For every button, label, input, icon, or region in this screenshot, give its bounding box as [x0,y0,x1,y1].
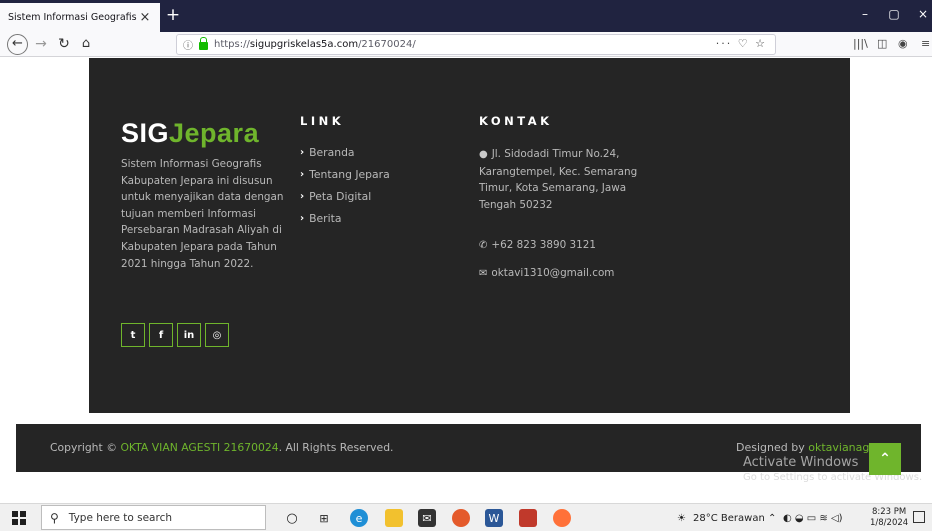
taskbar-search[interactable]: ⚲ Type here to search [41,505,266,530]
contact-email[interactable]: ✉ oktavi1310@gmail.com [479,265,649,283]
page-actions-icon[interactable]: ··· ♡ ☆ [716,37,767,50]
minimize-icon[interactable]: – [858,7,872,21]
back-arrow-icon[interactable]: ← [7,34,28,55]
taskbar-clock[interactable]: 8:23 PM 1/8/2024 [870,507,908,529]
home-icon[interactable]: ⌂ [78,35,94,53]
tray-icons[interactable]: ◐ ◒ ▭ ≋ ◁) [783,513,843,524]
search-placeholder: Type here to search [68,511,173,524]
file-explorer-icon[interactable] [385,509,403,527]
edge-icon[interactable]: e [350,509,368,527]
footer-link-tentang[interactable]: › Tentang Jepara [300,168,390,190]
browser-tab-bar: Sistem Informasi Geografis × + – ▢ × [0,0,932,32]
facebook-icon[interactable]: f [149,323,173,347]
app-icon[interactable] [519,509,537,527]
designed-by: Designed by oktavianag [736,441,870,454]
maximize-icon[interactable]: ▢ [887,7,901,21]
tray-chevron-icon[interactable]: ⌃ [768,513,776,524]
social-links: t f in ◎ [121,323,229,347]
link-heading: LINK [300,114,345,128]
contact-address: ● Jl. Sidodadi Timur No.24, Karangtempel,… [479,148,638,211]
phone-icon: ✆ [479,240,488,251]
windows-taskbar: ⚲ Type here to search ○ ⊞ e ✉ W ☀ 28°C B… [0,503,932,531]
close-window-icon[interactable]: × [916,7,930,21]
browser-nav-bar: ← → ↻ ⌂ ⓘ https://sigupgriskelas5a.com/2… [0,32,932,57]
weather-icon[interactable]: ☀ [677,513,686,524]
word-icon[interactable]: W [485,509,503,527]
tab-close-icon[interactable]: × [138,10,152,25]
copyright-text: Copyright © OKTA VIAN AGESTI 21670024. A… [50,441,394,454]
url-text: https://sigupgriskelas5a.com/21670024/ [214,39,416,50]
map-marker-icon: ● [479,149,488,160]
instagram-icon[interactable]: ◎ [205,323,229,347]
back-to-top-button[interactable]: ⌃ [869,443,901,475]
weather-text[interactable]: 28°C Berawan [693,513,765,524]
url-bar[interactable]: ⓘ https://sigupgriskelas5a.com/21670024/… [176,34,776,55]
chevron-right-icon: › [300,169,305,180]
linkedin-icon[interactable]: in [177,323,201,347]
task-view-icon[interactable]: ⊞ [315,509,333,527]
chevron-up-icon: ⌃ [879,451,891,467]
lock-icon [199,37,208,50]
footer-link-list: › Beranda › Tentang Jepara › Peta Digital ›… [300,146,390,234]
extension-icon[interactable]: ◉ [898,37,908,50]
twitter-icon[interactable]: t [121,323,145,347]
menu-icon[interactable]: ≡ [921,37,930,50]
site-footer: SIGJepara Sistem Informasi Geografis Kab… [89,58,850,413]
footer-link-berita[interactable]: › Berita [300,212,390,234]
chrome-icon[interactable] [452,509,470,527]
activate-windows-title: Activate Windows [743,455,859,470]
footer-link-peta[interactable]: › Peta Digital [300,190,390,212]
chevron-right-icon: › [300,147,305,158]
tab-title: Sistem Informasi Geografis [8,12,137,23]
footer-link-beranda[interactable]: › Beranda [300,146,390,168]
contact-phone: ✆ +62 823 3890 3121 [479,239,596,251]
reload-icon[interactable]: ↻ [56,35,72,53]
new-tab-button[interactable]: + [164,5,182,25]
forward-arrow-icon[interactable]: → [33,35,49,53]
windows-start-icon[interactable] [12,511,26,525]
info-icon[interactable]: ⓘ [183,37,193,52]
contact-heading: KONTAK [479,114,553,128]
mail-icon[interactable]: ✉ [418,509,436,527]
search-icon: ⚲ [50,510,59,525]
browser-tab[interactable]: Sistem Informasi Geografis × [0,3,160,32]
notification-icon[interactable] [913,511,925,523]
chevron-right-icon: › [300,191,305,202]
firefox-icon[interactable] [553,509,571,527]
about-text: Sistem Informasi Geografis Kabupaten Jep… [121,158,284,270]
chevron-right-icon: › [300,213,305,224]
sidebar-icon[interactable]: ◫ [877,37,887,50]
envelope-icon: ✉ [479,268,488,279]
cortana-icon[interactable]: ○ [283,509,301,527]
site-logo[interactable]: SIGJepara [121,118,259,149]
library-icon[interactable]: |||\ [853,37,868,50]
designer-link[interactable]: oktavianag [808,441,869,454]
